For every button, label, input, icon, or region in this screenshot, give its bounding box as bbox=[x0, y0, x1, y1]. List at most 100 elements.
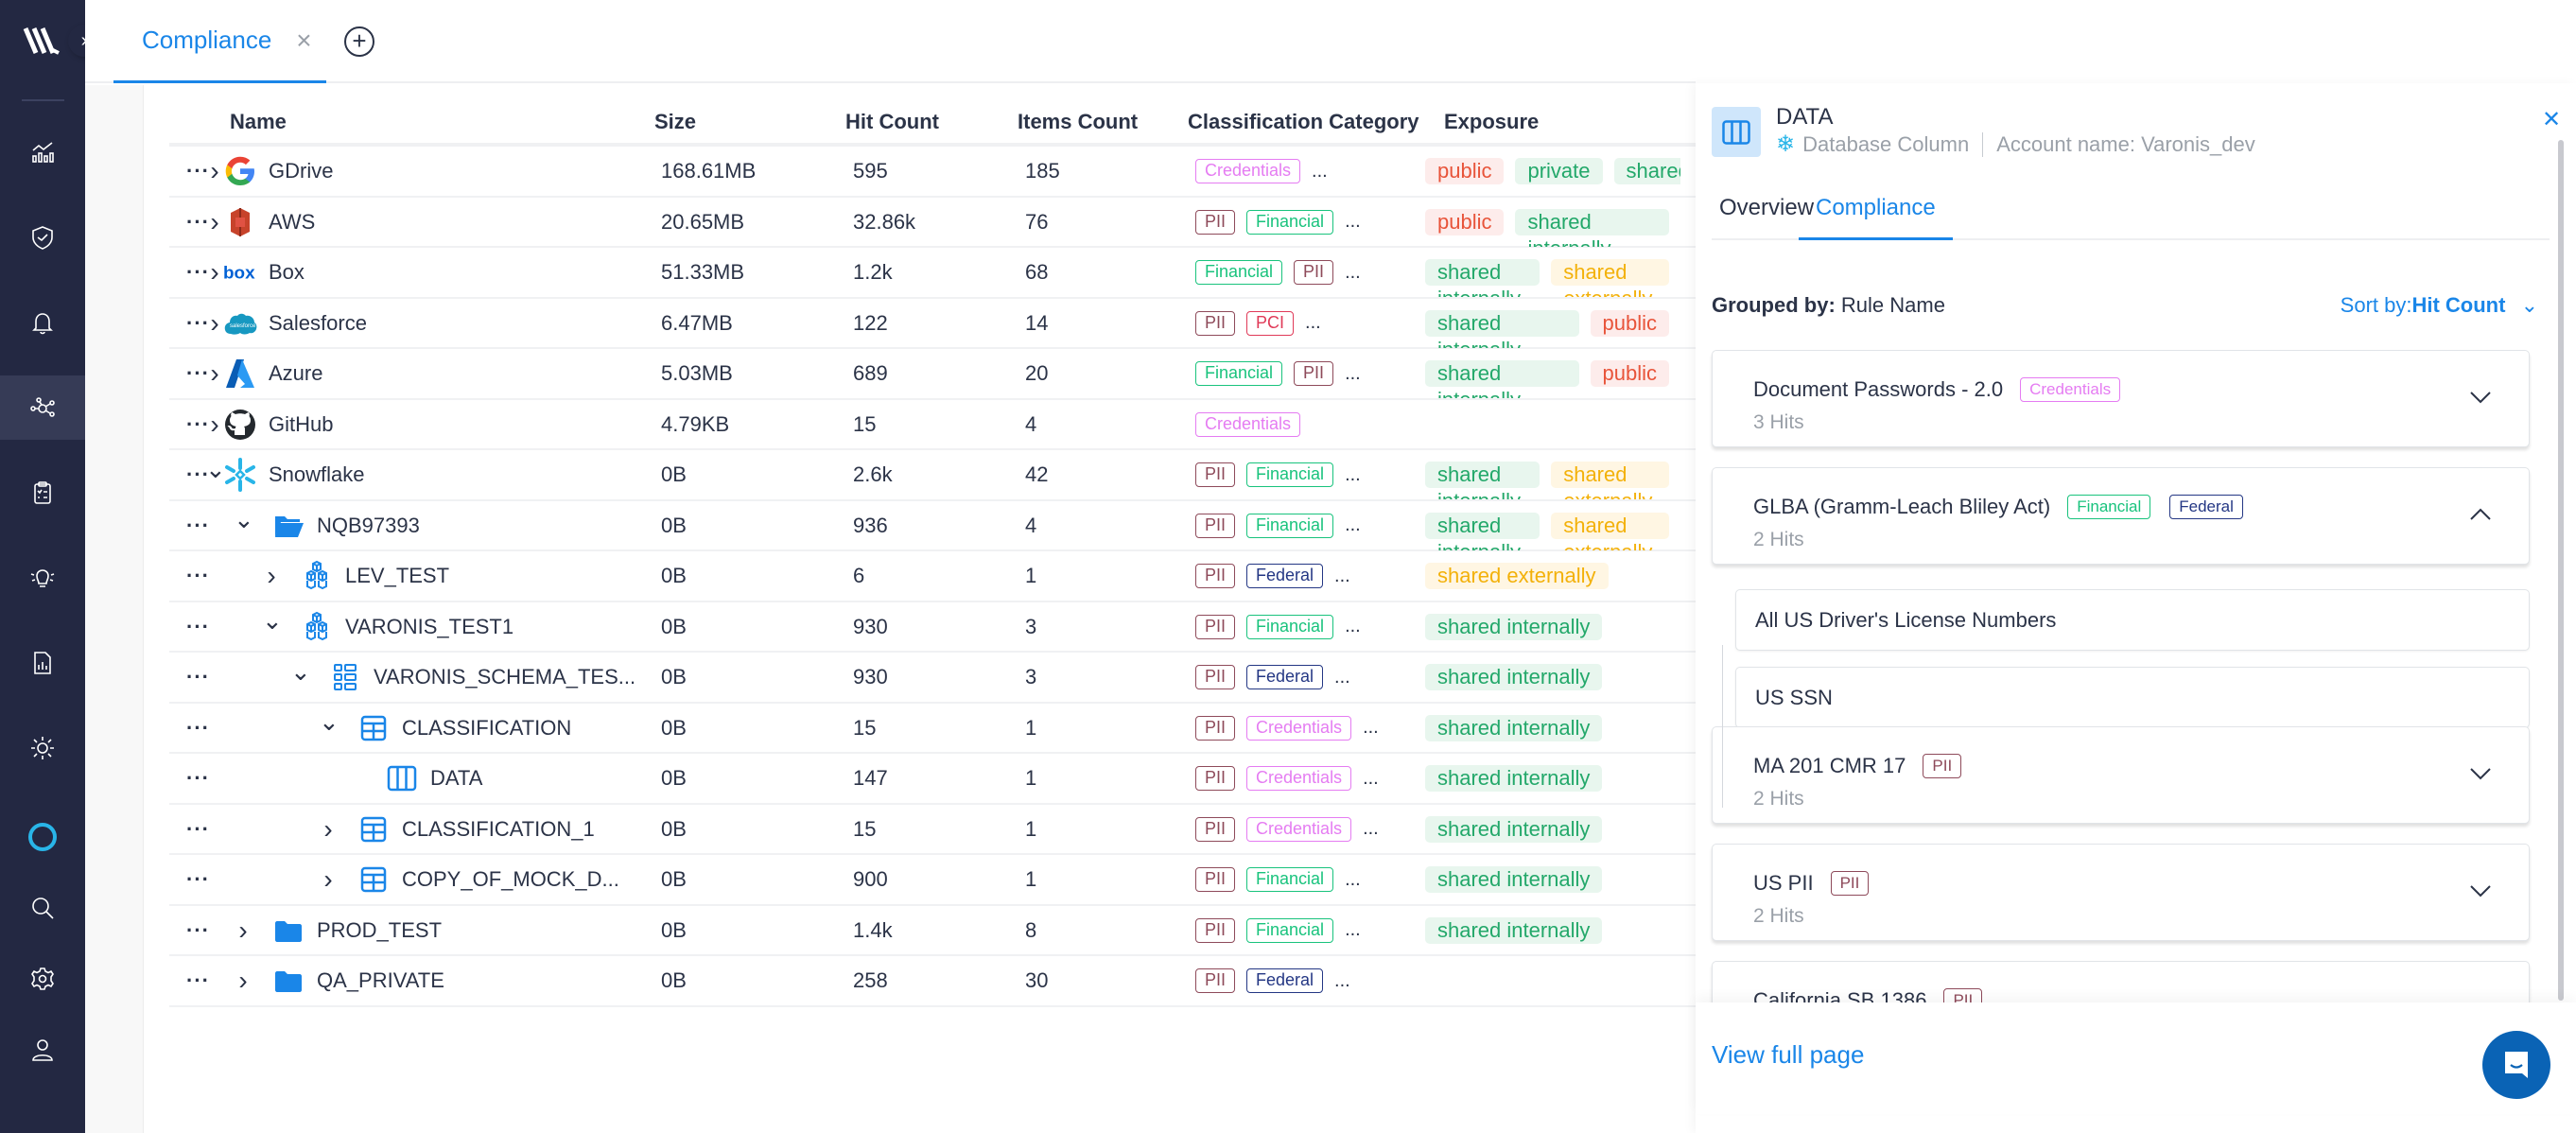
table-row[interactable]: ··· › GDrive 168.61MB 595 185 Credentials... pu… bbox=[169, 147, 1696, 198]
more-tags-indicator[interactable]: ... bbox=[1345, 514, 1361, 536]
sidebar-item-data-map[interactable] bbox=[0, 375, 85, 440]
classification-tag[interactable]: Credentials bbox=[1195, 411, 1301, 437]
classification-tag[interactable]: PII bbox=[1195, 715, 1236, 741]
more-tags-indicator[interactable]: ... bbox=[1363, 768, 1379, 790]
row-name[interactable]: Salesforce bbox=[269, 311, 367, 336]
classification-tag[interactable]: PII bbox=[1294, 260, 1334, 285]
chevron-down-icon[interactable]: ⌄ bbox=[262, 602, 283, 652]
classification-tag[interactable]: PII bbox=[1195, 766, 1236, 791]
row-name[interactable]: CLASSIFICATION bbox=[402, 716, 571, 741]
sidebar-item-profile[interactable] bbox=[0, 1018, 85, 1082]
sidebar-item-insights[interactable] bbox=[0, 546, 85, 610]
classification-tag[interactable]: PII bbox=[1294, 361, 1334, 386]
more-tags-indicator[interactable]: ... bbox=[1345, 262, 1361, 284]
row-actions-icon[interactable]: ··· bbox=[186, 551, 210, 601]
classification-tag[interactable]: PII bbox=[1195, 614, 1236, 639]
table-row[interactable]: ··· › box Box 51.33MB 1.2k 68 Financial PII... sh… bbox=[169, 248, 1696, 299]
chevron-up-icon[interactable] bbox=[2468, 502, 2493, 527]
more-tags-indicator[interactable]: ... bbox=[1334, 566, 1350, 587]
row-actions-icon[interactable]: ··· bbox=[186, 653, 210, 702]
more-tags-indicator[interactable]: ... bbox=[1345, 363, 1361, 385]
tab-compliance-panel[interactable]: Compliance bbox=[1799, 187, 1953, 240]
row-actions-icon[interactable]: ··· bbox=[186, 754, 210, 803]
chevron-right-icon[interactable]: › bbox=[234, 906, 252, 955]
sidebar-item-search[interactable] bbox=[0, 876, 85, 940]
classification-tag[interactable]: PII bbox=[1195, 513, 1236, 538]
chevron-right-icon[interactable]: › bbox=[319, 855, 338, 904]
row-actions-icon[interactable]: ··· bbox=[186, 855, 210, 904]
table-row[interactable]: ··· › Azure 5.03MB 689 20 Financial PII... share… bbox=[169, 349, 1696, 400]
row-name[interactable]: DATA bbox=[430, 766, 482, 791]
sort-dropdown[interactable]: Sort by:Hit Count ⌄ bbox=[2341, 293, 2538, 318]
table-row[interactable]: ··· › salesforce Salesforce 6.47MB 122 14 PII PC… bbox=[169, 299, 1696, 349]
row-name[interactable]: GDrive bbox=[269, 159, 333, 183]
table-row[interactable]: ··· ⌄ CLASSIFICATION 0B 15 1 PII Credentials...… bbox=[169, 704, 1696, 754]
classification-tag[interactable]: PII bbox=[1195, 564, 1236, 588]
classification-tag[interactable]: Credentials bbox=[1195, 159, 1301, 183]
classification-tag[interactable]: Financial bbox=[1246, 462, 1334, 487]
column-header-items-count[interactable]: Items Count bbox=[1018, 110, 1138, 134]
row-actions-icon[interactable]: ··· bbox=[186, 602, 210, 652]
more-tags-indicator[interactable]: ... bbox=[1345, 211, 1361, 233]
sidebar-item-reports[interactable] bbox=[0, 631, 85, 695]
tab-compliance[interactable]: Compliance × bbox=[113, 0, 326, 83]
more-tags-indicator[interactable]: ... bbox=[1345, 919, 1361, 941]
classification-tag[interactable]: Federal bbox=[1246, 564, 1324, 588]
table-row[interactable]: ··· ⌄ VARONIS_SCHEMA_TES... 0B 930 3 PII Federa… bbox=[169, 653, 1696, 704]
table-row[interactable]: ··· ⌄ NQB97393 0B 936 4 PII Financial... shared … bbox=[169, 501, 1696, 551]
table-row[interactable]: ··· DATA 0B 147 1 PII Credentials... shared int… bbox=[169, 754, 1696, 805]
chevron-down-icon[interactable] bbox=[2468, 385, 2493, 410]
classification-tag[interactable]: Credentials bbox=[1246, 766, 1352, 791]
rule-card[interactable]: US PII PII 2 Hits bbox=[1712, 844, 2530, 941]
column-header-size[interactable]: Size bbox=[654, 110, 696, 134]
more-tags-indicator[interactable]: ... bbox=[1334, 970, 1350, 992]
classification-tag[interactable]: PII bbox=[1195, 917, 1236, 943]
classification-tag[interactable]: PII bbox=[1195, 209, 1236, 235]
table-row[interactable]: ··· ⌄ Snowflake 0B 2.6k 42 PII Financial... shar… bbox=[169, 450, 1696, 501]
classification-tag[interactable]: Financial bbox=[1246, 209, 1334, 235]
classification-tag[interactable]: Credentials bbox=[1246, 816, 1352, 842]
table-row[interactable]: ··· › AWS 20.65MB 32.86k 76 PII Financial... pub… bbox=[169, 198, 1696, 248]
chevron-down-icon[interactable] bbox=[2468, 879, 2493, 903]
chevron-down-icon[interactable]: ⌄ bbox=[290, 653, 311, 702]
close-tab-icon[interactable]: × bbox=[296, 26, 311, 56]
more-tags-indicator[interactable]: ... bbox=[1363, 717, 1379, 739]
column-header-hit-count[interactable]: Hit Count bbox=[845, 110, 939, 134]
chevron-right-icon[interactable]: › bbox=[262, 551, 281, 601]
panel-scrollbar[interactable] bbox=[2558, 140, 2564, 1001]
more-tags-indicator[interactable]: ... bbox=[1363, 818, 1379, 840]
more-tags-indicator[interactable]: ... bbox=[1345, 464, 1361, 486]
classification-tag[interactable]: Federal bbox=[1246, 665, 1324, 689]
rule-pattern-item[interactable]: US SSN bbox=[1735, 667, 2530, 728]
sidebar-item-theme[interactable] bbox=[0, 716, 85, 780]
sidebar-item-tasks[interactable] bbox=[0, 461, 85, 525]
classification-tag[interactable]: PII bbox=[1195, 665, 1236, 689]
sidebar-item-security[interactable] bbox=[0, 205, 85, 270]
classification-tag[interactable]: Financial bbox=[1246, 513, 1334, 538]
row-name[interactable]: Azure bbox=[269, 361, 322, 386]
sidebar-item-settings[interactable] bbox=[0, 947, 85, 1011]
sidebar-item-alerts[interactable] bbox=[0, 290, 85, 355]
more-tags-indicator[interactable]: ... bbox=[1345, 869, 1361, 891]
row-name[interactable]: VARONIS_SCHEMA_TES... bbox=[374, 665, 635, 689]
classification-tag[interactable]: Financial bbox=[1246, 867, 1334, 892]
row-actions-icon[interactable]: ··· bbox=[186, 704, 210, 753]
classification-tag[interactable]: PCI bbox=[1246, 310, 1295, 336]
table-row[interactable]: ··· › CLASSIFICATION_1 0B 15 1 PII Credentials.… bbox=[169, 805, 1696, 855]
close-panel-icon[interactable]: ✕ bbox=[2542, 106, 2561, 133]
chevron-right-icon[interactable]: › bbox=[234, 956, 252, 1005]
row-actions-icon[interactable]: ··· bbox=[186, 501, 210, 550]
more-tags-indicator[interactable]: ... bbox=[1334, 667, 1350, 689]
table-row[interactable]: ··· ⌄ VARONIS_TEST1 0B 930 3 PII Financial... sh… bbox=[169, 602, 1696, 653]
row-name[interactable]: Box bbox=[269, 260, 305, 285]
column-header-name[interactable]: Name bbox=[230, 110, 287, 134]
table-row[interactable]: ··· › GitHub 4.79KB 15 4 Credentials bbox=[169, 400, 1696, 450]
classification-tag[interactable]: PII bbox=[1195, 310, 1236, 336]
column-header-exposure[interactable]: Exposure bbox=[1444, 110, 1539, 134]
row-name[interactable]: PROD_TEST bbox=[317, 918, 442, 943]
classification-tag[interactable]: PII bbox=[1195, 462, 1236, 487]
row-name[interactable]: CLASSIFICATION_1 bbox=[402, 817, 595, 842]
view-full-page-link[interactable]: View full page bbox=[1712, 1040, 1864, 1070]
chat-button[interactable] bbox=[2482, 1031, 2550, 1099]
row-actions-icon[interactable]: ··· bbox=[186, 906, 210, 955]
